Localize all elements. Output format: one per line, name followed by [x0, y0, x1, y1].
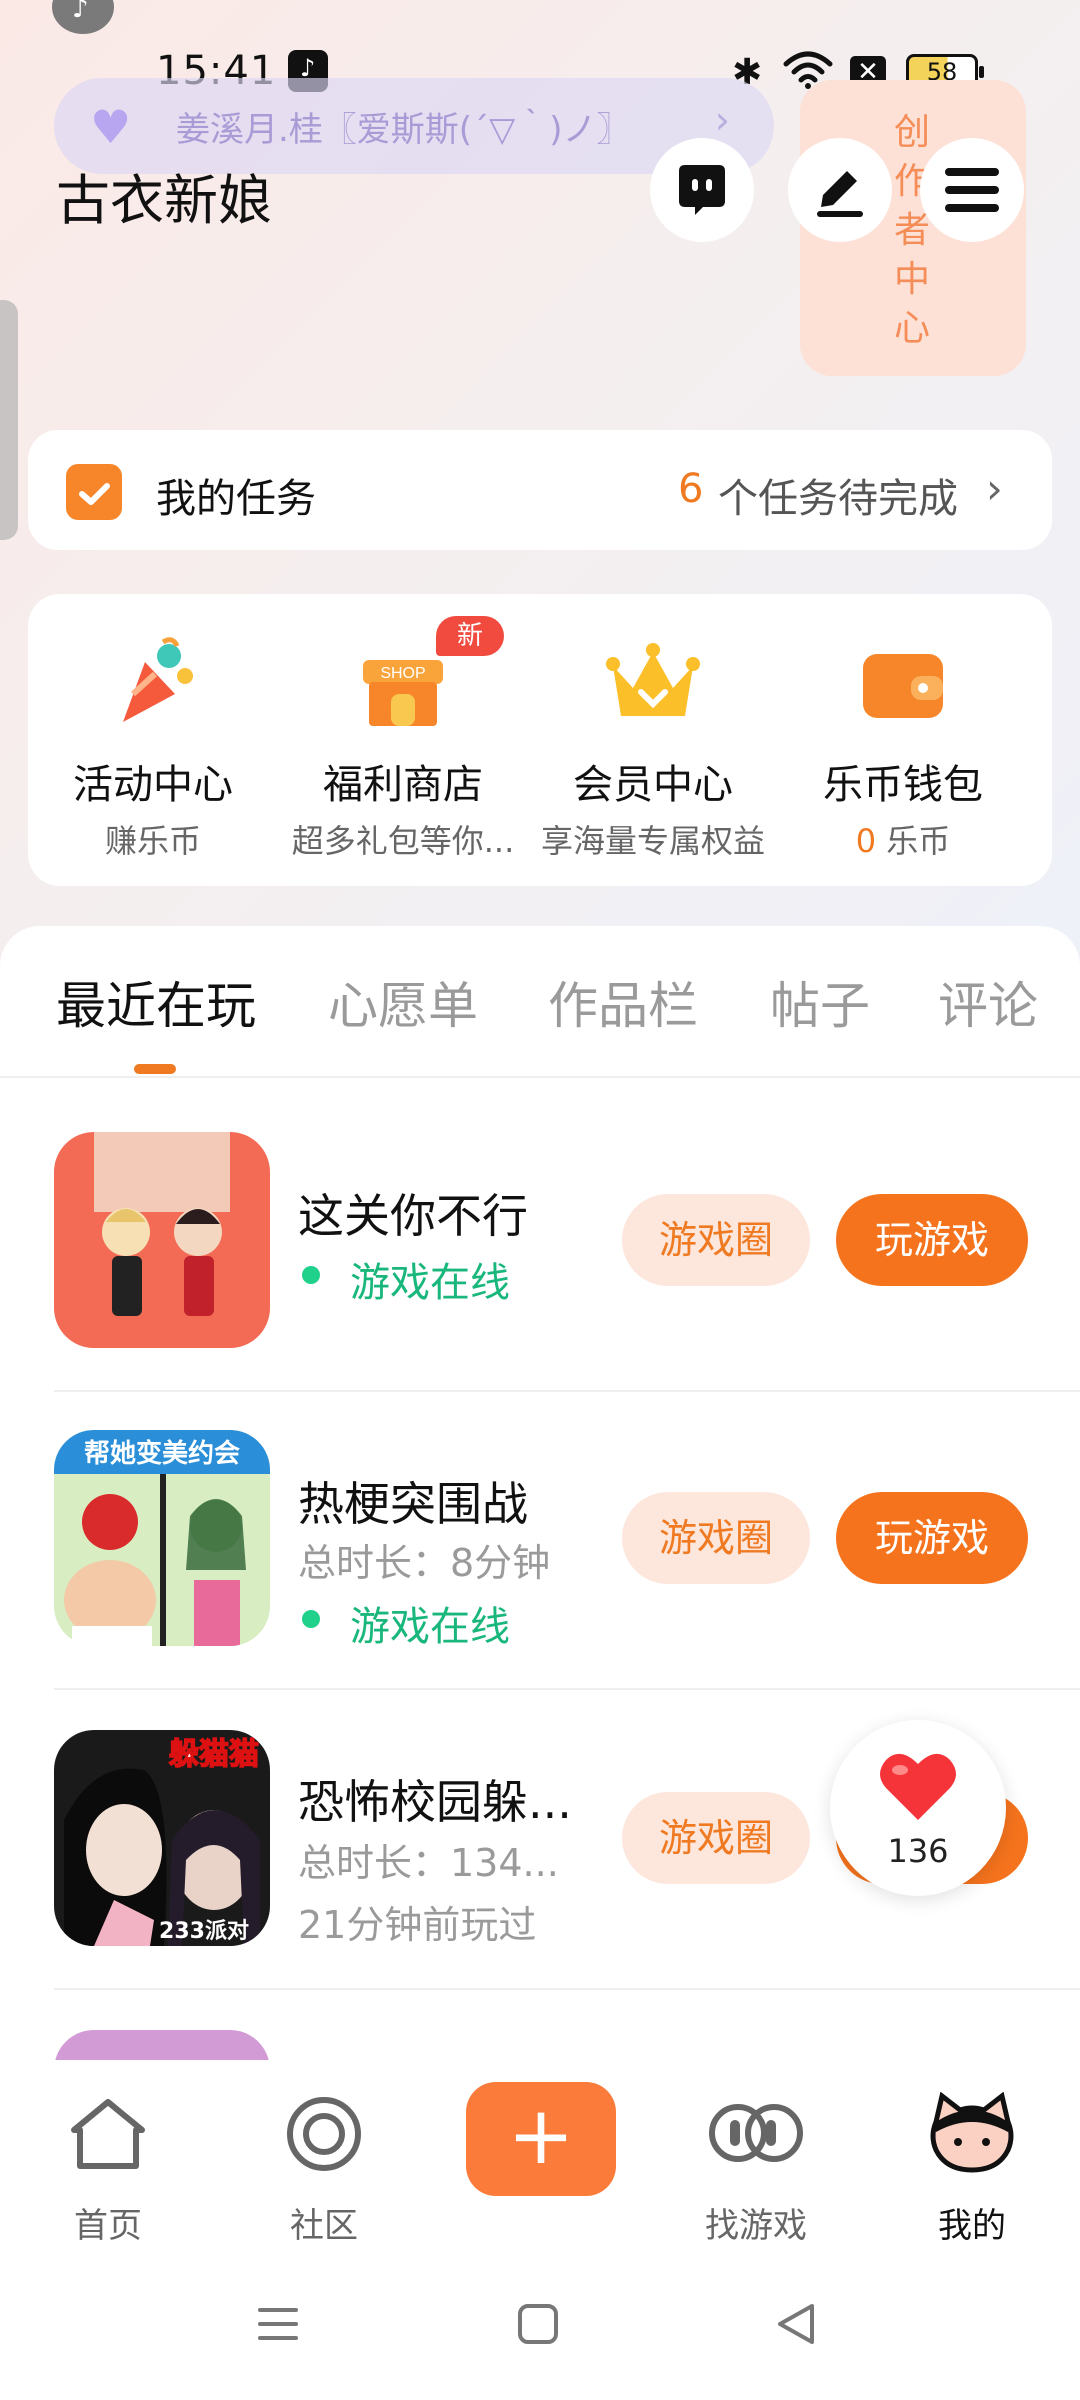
game-title: 这关你不行: [298, 1189, 528, 1243]
my-tasks-card[interactable]: 我的任务 6 个任务待完成 ›: [28, 430, 1052, 550]
crown-icon: [606, 643, 700, 716]
nav-community[interactable]: 社区: [244, 2086, 404, 2246]
bottom-navigation: 首页 社区 + 找游戏 我的: [0, 2060, 1080, 2400]
message-button[interactable]: [650, 138, 754, 242]
game-circle-button[interactable]: 游戏圈: [622, 1492, 810, 1584]
divider: [54, 1988, 1080, 1990]
play-game-button[interactable]: 玩游戏: [836, 1194, 1028, 1286]
game-circle-button[interactable]: 游戏圈: [622, 1194, 810, 1286]
tab-posts[interactable]: 帖子: [770, 966, 870, 1038]
total-play-time: 总时长：134...: [298, 1841, 559, 1885]
divider: [54, 1390, 1080, 1392]
divider: [54, 1688, 1080, 1690]
nickname: 古衣新娘: [56, 169, 272, 232]
nav-me-label: 我的: [938, 2206, 1006, 2246]
game-title: 热梗突围战: [298, 1477, 528, 1531]
party-popper-icon: [123, 637, 193, 722]
tab-wishlist[interactable]: 心愿单: [328, 966, 478, 1038]
tiktok-notification-icon: ♪: [52, 0, 114, 34]
coin-wallet-title: 乐币钱包: [823, 762, 983, 808]
online-status-text: 游戏在线: [350, 1604, 510, 1650]
nav-me[interactable]: 我的: [892, 2086, 1052, 2246]
like-count: 136: [887, 1832, 949, 1870]
my-tasks-label: 我的任务: [156, 476, 316, 522]
online-status-dot: [302, 1610, 320, 1628]
create-post-button[interactable]: +: [466, 2082, 616, 2196]
thumbnail-caption: 帮她变美约会: [84, 1438, 240, 1469]
home-icon: [71, 2099, 145, 2169]
chat-icon: [679, 165, 725, 215]
tab-comments[interactable]: 评论: [938, 966, 1038, 1038]
activity-center-subtitle: 赚乐币: [104, 822, 201, 860]
tab-recently-played[interactable]: 最近在玩: [56, 966, 256, 1038]
game-title: 恐怖校园躲...: [298, 1775, 572, 1829]
activity-center-title: 活动中心: [73, 762, 233, 808]
new-badge: 新: [436, 616, 504, 656]
chevron-right-icon: ›: [714, 98, 730, 142]
task-count-suffix: 个任务待完成: [718, 476, 958, 522]
nav-home[interactable]: 首页: [28, 2086, 188, 2246]
nav-community-label: 社区: [290, 2206, 358, 2246]
nav-find-games-label: 找游戏: [705, 2206, 807, 2246]
nav-home-label: 首页: [74, 2206, 142, 2246]
activity-center-entry[interactable]: 活动中心 赚乐币: [28, 594, 278, 886]
coin-wallet-subtitle: 0 乐币: [855, 822, 951, 860]
tab-works[interactable]: 作品栏: [548, 966, 698, 1038]
vip-center-entry[interactable]: 会员中心 享海量专属权益: [528, 594, 778, 886]
signature-text: 姜溪月.桂〖爱斯斯(´▽｀)ノ〗: [176, 110, 631, 150]
online-status-dot: [302, 1266, 320, 1284]
game-thumbnail: 帮她变美约会: [54, 1430, 270, 1646]
quick-entry-grid: 活动中心 赚乐币 SHOP 新 福利商店 超多礼包等你... 会员中心 享海量专…: [28, 594, 1052, 886]
last-played-time: 21分钟前玩过: [298, 1903, 537, 1947]
vip-center-subtitle: 享海量专属权益: [540, 822, 765, 860]
game-thumbnail: [54, 1132, 270, 1348]
edit-profile-button[interactable]: [788, 138, 892, 242]
game-thumbnail: 躲猫猫 233派对: [54, 1730, 270, 1946]
recents-icon[interactable]: [254, 2300, 302, 2348]
thumbnail-caption: 躲猫猫: [169, 1737, 259, 1772]
list-item[interactable]: 帮她变美约会 热梗突围战 总时长：8分钟 游戏在线 游戏圈 玩游戏: [0, 1430, 1080, 1730]
active-tab-indicator: [134, 1064, 176, 1074]
menu-icon: [945, 168, 999, 212]
heart-icon: ♥: [90, 100, 132, 154]
find-games-icon: [709, 2104, 803, 2162]
welfare-shop-title: 福利商店: [323, 762, 483, 808]
pen-icon: [817, 171, 863, 217]
calendar-check-icon: [66, 464, 122, 520]
like-button[interactable]: 136: [830, 1720, 1006, 1896]
nav-find-games[interactable]: 找游戏: [676, 2086, 836, 2246]
welfare-shop-entry[interactable]: SHOP 新 福利商店 超多礼包等你...: [278, 594, 528, 886]
wallet-icon: [863, 654, 943, 718]
heart-icon: [880, 1753, 956, 1820]
divider: [0, 1076, 1080, 1078]
game-circle-button[interactable]: 游戏圈: [622, 1792, 810, 1884]
profile-content-panel: 最近在玩 心愿单 作品栏 帖子 评论 这关你不行 游戏在线 游戏圈 玩游戏 帮她…: [0, 926, 1080, 2086]
creator-center-label: 创作者中心: [893, 112, 930, 349]
coin-wallet-entry[interactable]: 乐币钱包 0 乐币: [778, 594, 1028, 886]
play-game-button[interactable]: 玩游戏: [836, 1492, 1028, 1584]
menu-button[interactable]: [920, 138, 1024, 242]
total-play-time: 总时长：8分钟: [298, 1541, 551, 1585]
community-icon: [287, 2097, 361, 2171]
task-count: 6: [678, 466, 704, 512]
profile-cat-icon: [930, 2092, 1014, 2173]
home-system-icon[interactable]: [514, 2300, 562, 2348]
thumbnail-corner-text: 233派对: [159, 1919, 249, 1944]
welfare-shop-subtitle: 超多礼包等你...: [291, 822, 515, 860]
online-status-text: 游戏在线: [350, 1260, 510, 1306]
list-item[interactable]: 这关你不行 游戏在线 游戏圈 玩游戏: [0, 1132, 1080, 1432]
back-icon[interactable]: [772, 2300, 820, 2348]
side-drawer-handle[interactable]: [0, 300, 18, 540]
chevron-right-icon: ›: [986, 464, 1003, 513]
vip-center-title: 会员中心: [573, 762, 733, 808]
svg-text:SHOP: SHOP: [380, 665, 425, 682]
